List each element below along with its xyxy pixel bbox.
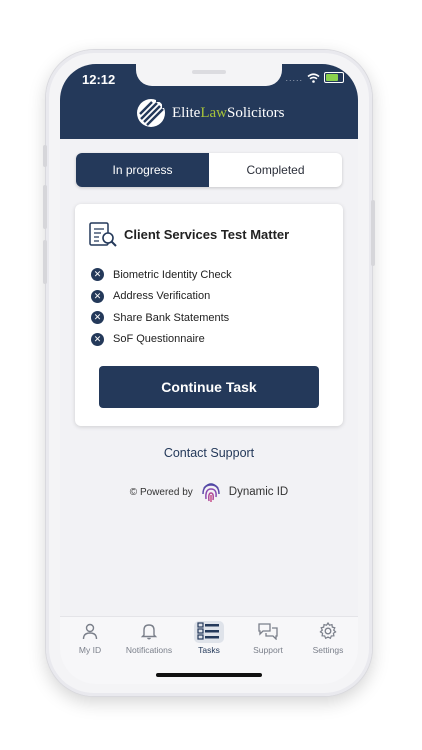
- home-indicator[interactable]: [156, 673, 262, 677]
- volume-down-button: [43, 240, 47, 284]
- nav-icon-wrap: [313, 621, 343, 643]
- status-icons: .....: [285, 72, 344, 83]
- contact-support-link[interactable]: Contact Support: [60, 446, 358, 460]
- nav-label: My ID: [78, 645, 102, 655]
- x-circle-icon: ✕: [91, 332, 104, 346]
- x-circle-icon: ✕: [91, 268, 104, 282]
- nav-icon-wrap: [194, 621, 224, 643]
- signal-icon: .....: [285, 72, 303, 83]
- fingerprint-icon: [202, 483, 220, 502]
- task-item: ✕ Biometric Identity Check: [91, 264, 232, 286]
- powered-by-label: © Powered by: [129, 486, 193, 498]
- task-item: ✕ Share Bank Statements: [91, 307, 232, 329]
- app-screen: 12:12 ..... EliteLawSolicitors In progre…: [60, 64, 358, 684]
- power-button: [371, 200, 375, 266]
- nav-label: Support: [253, 645, 283, 655]
- matter-title: Client Services Test Matter: [124, 227, 290, 242]
- app-header: 12:12 ..... EliteLawSolicitors: [60, 64, 358, 139]
- person-icon: [82, 623, 98, 639]
- logo-mark-icon: [137, 99, 165, 127]
- task-label: Biometric Identity Check: [113, 268, 232, 281]
- task-label: Share Bank Statements: [113, 311, 230, 324]
- task-label: SoF Questionnaire: [113, 333, 205, 346]
- task-item: ✕ SoF Questionnaire: [91, 329, 232, 351]
- nav-label: Tasks: [198, 645, 220, 655]
- task-label: Address Verification: [113, 290, 211, 303]
- mute-switch: [43, 145, 47, 167]
- nav-support[interactable]: Support: [238, 621, 298, 655]
- matter-card: Client Services Test Matter ✕ Biometric I…: [75, 204, 343, 426]
- nav-label: Notifications: [125, 645, 173, 655]
- bell-icon: [140, 623, 158, 639]
- document-search-icon: [89, 222, 117, 247]
- nav-icon-wrap: [253, 621, 283, 643]
- nav-icon-wrap: [75, 621, 105, 643]
- nav-notifications[interactable]: Notifications: [119, 621, 179, 655]
- brand-name: EliteLawSolicitors: [172, 104, 285, 121]
- nav-my-id[interactable]: My ID: [60, 621, 120, 655]
- bottom-nav: My ID Notifications Tasks Support Settin…: [60, 616, 358, 684]
- task-list: ✕ Biometric Identity Check ✕ Address Verif…: [91, 264, 232, 350]
- x-circle-icon: ✕: [91, 311, 104, 325]
- speaker: [192, 70, 226, 74]
- volume-up-button: [43, 185, 47, 229]
- notch: [136, 64, 282, 86]
- nav-label: Settings: [312, 645, 344, 655]
- nav-icon-wrap: [134, 621, 164, 643]
- chat-icon: [258, 622, 278, 640]
- status-time: 12:12: [82, 72, 116, 87]
- status-tabs: In progress Completed: [76, 153, 342, 187]
- task-item: ✕ Address Verification: [91, 286, 232, 308]
- brand-logo: EliteLawSolicitors: [136, 98, 285, 128]
- tab-in-progress[interactable]: In progress: [76, 153, 209, 187]
- battery-icon: [324, 72, 344, 83]
- tab-completed[interactable]: Completed: [209, 153, 342, 187]
- powered-by: © Powered by Dynamic ID: [60, 480, 358, 504]
- tasks-icon: [197, 621, 219, 640]
- nav-settings[interactable]: Settings: [298, 621, 358, 655]
- x-circle-icon: ✕: [91, 289, 104, 303]
- wifi-icon: [307, 72, 320, 83]
- gear-icon: [319, 621, 337, 639]
- nav-tasks[interactable]: Tasks: [179, 621, 239, 655]
- continue-task-button[interactable]: Continue Task: [99, 366, 319, 408]
- dynamic-id-brand: Dynamic ID: [228, 486, 289, 498]
